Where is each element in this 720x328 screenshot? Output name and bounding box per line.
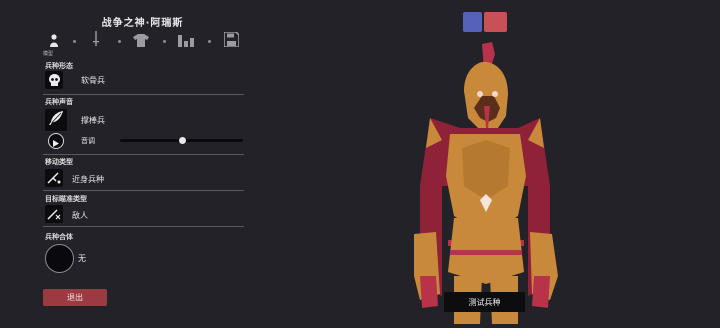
target-enemy-icon	[47, 205, 61, 224]
step-weapon[interactable]	[87, 31, 105, 51]
exit-button[interactable]: 退出	[43, 289, 107, 306]
divider	[43, 154, 244, 155]
save-icon	[222, 30, 240, 51]
step-separator-dot	[208, 40, 211, 43]
voice-option[interactable]	[45, 109, 67, 131]
movement-section-label: 移动类型	[45, 158, 73, 166]
skull-icon	[48, 71, 60, 90]
body-icon	[49, 32, 59, 51]
voice-play-button[interactable]	[48, 133, 64, 149]
unit-preview	[400, 36, 570, 324]
spartan-unit-model	[414, 42, 558, 324]
form-value: 软骨兵	[81, 76, 105, 85]
editor-step-bar: 模型	[43, 30, 245, 57]
step-separator-dot	[118, 40, 121, 43]
divider	[43, 226, 244, 227]
step-separator-dot	[73, 40, 76, 43]
step-model-label: 模型	[43, 51, 54, 57]
team-color-red-swatch[interactable]	[484, 12, 507, 32]
divider	[43, 94, 244, 95]
combine-slot[interactable]	[45, 244, 74, 273]
unit-name-title: 战争之神·阿瑞斯	[101, 18, 184, 29]
shirt-icon	[133, 32, 149, 51]
step-separator-dot	[163, 40, 166, 43]
combine-section-label: 兵种合体	[45, 233, 73, 241]
stats-icon	[178, 32, 194, 51]
sword-icon	[92, 31, 100, 51]
unit-editor-panel: 战争之神·阿瑞斯 模型 兵种形态 软骨兵 兵种声音 撑棒兵 音调 移动类型 近身…	[0, 0, 250, 324]
combine-value: 无	[78, 254, 86, 263]
test-unit-button[interactable]: 测试兵种	[444, 292, 525, 312]
pitch-slider-handle[interactable]	[178, 137, 186, 144]
step-stats[interactable]	[177, 32, 195, 50]
pitch-slider[interactable]	[120, 137, 243, 144]
right-eye	[492, 91, 498, 97]
form-option[interactable]	[45, 71, 63, 89]
step-model[interactable]: 模型	[43, 32, 63, 57]
targeting-value: 敌人	[72, 211, 88, 220]
movement-value: 近身兵种	[72, 175, 104, 184]
pitch-label: 音调	[81, 137, 95, 145]
left-eye	[477, 91, 483, 97]
targeting-section-label: 目标瞄准类型	[45, 195, 87, 203]
form-section-label: 兵种形态	[45, 62, 73, 70]
voice-section-label: 兵种声音	[45, 98, 73, 106]
play-icon	[53, 132, 59, 151]
targeting-option[interactable]	[45, 205, 63, 223]
step-clothing[interactable]	[132, 32, 150, 50]
voice-value: 撑棒兵	[81, 116, 105, 125]
feather-icon	[48, 110, 64, 130]
step-save[interactable]	[222, 30, 240, 51]
team-color-blue-swatch[interactable]	[463, 12, 482, 32]
movement-option[interactable]	[45, 169, 63, 187]
melee-icon	[47, 169, 61, 188]
divider	[43, 190, 244, 191]
